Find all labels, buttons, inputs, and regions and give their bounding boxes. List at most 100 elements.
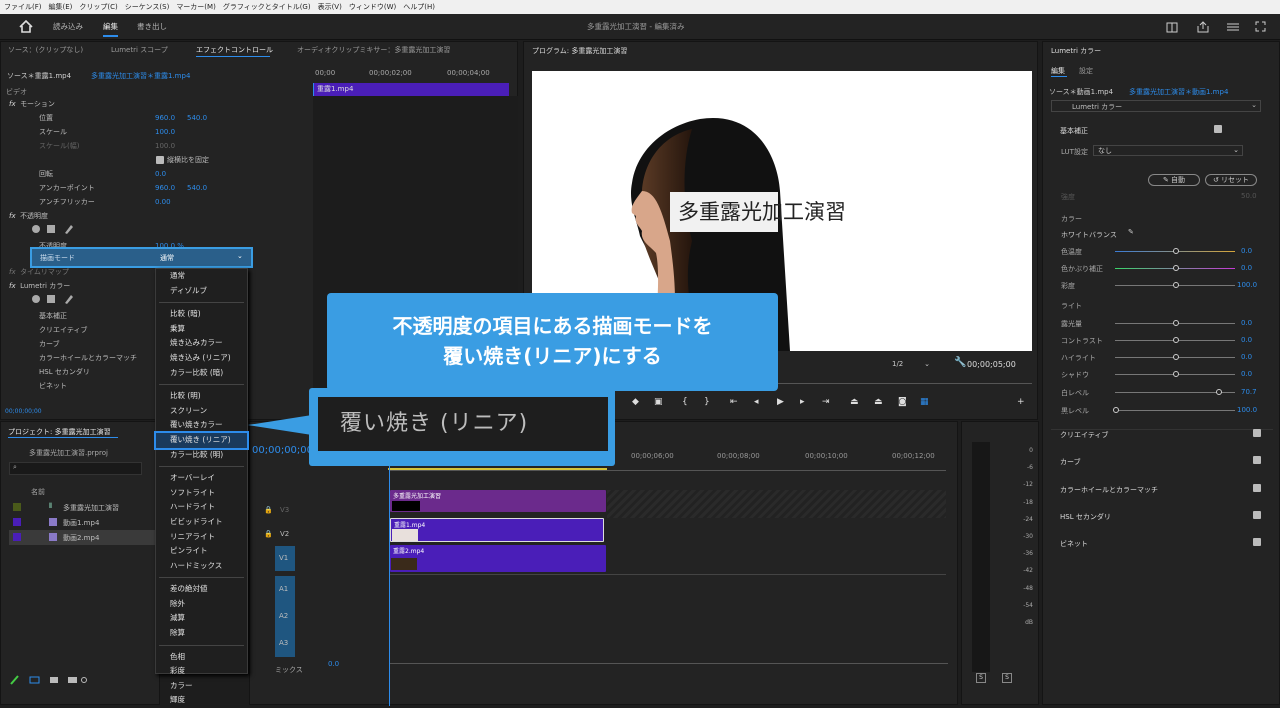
solo-left-button[interactable]: S (976, 673, 986, 683)
creative-section[interactable]: クリエイティブ (1060, 430, 1108, 440)
blend-option-saturation[interactable]: 彩度 (156, 664, 247, 679)
creative-row[interactable]: クリエイティブ (39, 323, 87, 337)
mix-value[interactable]: 0.0 (328, 660, 339, 668)
blend-option-dissolve[interactable]: ディゾルブ (156, 284, 247, 299)
camera-icon[interactable]: ◙ (898, 397, 907, 407)
menu-edit[interactable]: 編集(E) (49, 2, 73, 12)
uniform-scale-checkbox[interactable] (156, 156, 164, 164)
menu-graphics[interactable]: グラフィックとタイトル(G) (223, 2, 311, 12)
tab-lumetri-scope[interactable]: Lumetri スコープ (111, 45, 168, 55)
menu-clip[interactable]: クリップ(C) (79, 2, 117, 12)
extract-icon[interactable]: ⏏ (874, 397, 883, 407)
color-wheels-section[interactable]: カラーホイールとカラーマッチ (1060, 485, 1158, 495)
hsl-checkbox[interactable] (1253, 511, 1261, 519)
blend-option-color-burn[interactable]: 焼き込みカラー (156, 336, 247, 351)
project-search-input[interactable]: ⌕ (9, 462, 142, 475)
out-point-icon[interactable]: } (704, 397, 710, 407)
lumetri-mask-icons[interactable] (31, 293, 91, 305)
black-slider[interactable] (1113, 407, 1235, 413)
blend-option-lighten[interactable]: 比較 (明) (156, 389, 247, 404)
fullscreen-icon[interactable] (1255, 21, 1266, 32)
blend-option-multiply[interactable]: 乗算 (156, 322, 247, 337)
track-v2[interactable]: 🔒 V2 (264, 525, 318, 543)
tint-slider[interactable] (1115, 265, 1235, 271)
marker-icon[interactable]: ◆ (632, 397, 639, 407)
shadow-value[interactable]: 0.0 (1241, 370, 1252, 378)
blend-option-hue[interactable]: 色相 (156, 650, 247, 665)
temp-value[interactable]: 0.0 (1241, 247, 1252, 255)
share-icon[interactable] (1197, 21, 1209, 33)
blend-option-darker-color[interactable]: カラー比較 (暗) (156, 366, 247, 381)
blend-option-linear-burn[interactable]: 焼き込み (リニア) (156, 351, 247, 366)
tab-audio-mixer[interactable]: オーディオクリップミキサー：多重露光加工演習 (297, 45, 450, 55)
curves-row[interactable]: カーブ (39, 337, 60, 351)
project-item-video1[interactable]: 動画1.mp4 (9, 515, 161, 530)
menu-view[interactable]: 表示(V) (318, 2, 342, 12)
clip-sequence[interactable]: 多重露光加工演習 (390, 490, 606, 512)
creative-checkbox[interactable] (1253, 429, 1261, 437)
home-icon[interactable] (19, 20, 33, 33)
curves-checkbox[interactable] (1253, 456, 1261, 464)
blend-mode-row[interactable]: 描画モード 通常 ⌄ (30, 247, 253, 268)
blend-option-darken[interactable]: 比較 (暗) (156, 307, 247, 322)
blend-option-subtract[interactable]: 減算 (156, 611, 247, 626)
blend-option-pin-light[interactable]: ピンライト (156, 544, 247, 559)
track-a1[interactable]: A1 (275, 576, 295, 603)
tab-edit[interactable]: 編集 (103, 14, 118, 40)
exposure-slider[interactable] (1115, 320, 1235, 326)
hsl-row[interactable]: HSL セカンダリ (39, 365, 90, 379)
go-out-icon[interactable]: ⇥ (822, 397, 830, 407)
highlight-slider[interactable] (1115, 354, 1235, 360)
exposure-value[interactable]: 0.0 (1241, 319, 1252, 327)
clip-video2[interactable]: 重露2.mp4 (390, 545, 606, 572)
ec-sequence-label[interactable]: 多重露光加工演習＊重露1.mp4 (91, 71, 190, 81)
chevron-down-icon[interactable]: ⌄ (237, 252, 243, 260)
track-v3[interactable]: 🔒 V3 (264, 501, 318, 519)
highlight-value[interactable]: 0.0 (1241, 353, 1252, 361)
sat-slider[interactable] (1115, 282, 1235, 288)
lumetri-tab-settings[interactable]: 設定 (1079, 66, 1093, 76)
tab-effect-controls[interactable]: エフェクトコントロール (196, 45, 273, 55)
lift-icon[interactable]: ⏏ (850, 397, 859, 407)
shadow-slider[interactable] (1115, 371, 1235, 377)
blend-mode-value[interactable]: 通常 (160, 253, 174, 263)
color-wheels-row[interactable]: カラーホイールとカラーマッチ (39, 351, 137, 365)
clip-video1[interactable]: 重露1.mp4 (390, 518, 604, 542)
temp-slider[interactable] (1115, 248, 1235, 254)
menu-sequence[interactable]: シーケンス(S) (125, 2, 170, 12)
name-column-header[interactable]: 名前 (31, 487, 45, 497)
blend-option-soft-light[interactable]: ソフトライト (156, 486, 247, 501)
ec-clip-bar[interactable]: 重露1.mp4 (314, 83, 509, 96)
blend-option-linear-light[interactable]: リニアライト (156, 530, 247, 545)
black-value[interactable]: 100.0 (1237, 406, 1257, 414)
blend-option-exclusion[interactable]: 除外 (156, 597, 247, 612)
blend-option-luminosity[interactable]: 輝度 (156, 693, 247, 708)
light-section-label[interactable]: ライト (1061, 301, 1082, 311)
wrench-icon[interactable]: 🔧 (954, 357, 966, 368)
basic-correction-header[interactable]: 基本補正 (1060, 126, 1088, 136)
timeline-timecode[interactable]: 00;00;00;00 (252, 445, 313, 456)
color-section-label[interactable]: カラー (1061, 214, 1082, 224)
project-item-video2[interactable]: 動画2.mp4 (9, 530, 161, 545)
lut-select[interactable]: なし ⌄ (1093, 145, 1243, 156)
compare-icon[interactable]: ▦ (920, 397, 929, 407)
vignette-checkbox[interactable] (1253, 538, 1261, 546)
lumetri-fx-select[interactable]: Lumetri カラー ⌄ (1051, 100, 1261, 112)
uniform-scale-row[interactable]: 縦横比を固定 (156, 153, 209, 167)
curves-section[interactable]: カーブ (1060, 457, 1081, 467)
color-wheels-checkbox[interactable] (1253, 484, 1261, 492)
contrast-value[interactable]: 0.0 (1241, 336, 1252, 344)
blend-option-overlay[interactable]: オーバーレイ (156, 471, 247, 486)
blend-option-hard-mix[interactable]: ハードミックス (156, 559, 247, 574)
tint-value[interactable]: 0.0 (1241, 264, 1252, 272)
workspace-icon[interactable] (1166, 22, 1178, 33)
blend-option-difference[interactable]: 差の絶対値 (156, 582, 247, 597)
menu-window[interactable]: ウィンドウ(W) (349, 2, 396, 12)
blend-option-hard-light[interactable]: ハードライト (156, 500, 247, 515)
work-area-bar[interactable] (388, 468, 607, 470)
blend-option-lighter-color[interactable]: カラー比較 (明) (156, 448, 247, 463)
reset-button[interactable]: ↺ リセット (1205, 174, 1257, 186)
blend-option-color[interactable]: カラー (156, 679, 247, 694)
auto-button[interactable]: ✎ 自動 (1148, 174, 1200, 186)
blend-option-color-dodge[interactable]: 覆い焼きカラー (156, 418, 247, 433)
